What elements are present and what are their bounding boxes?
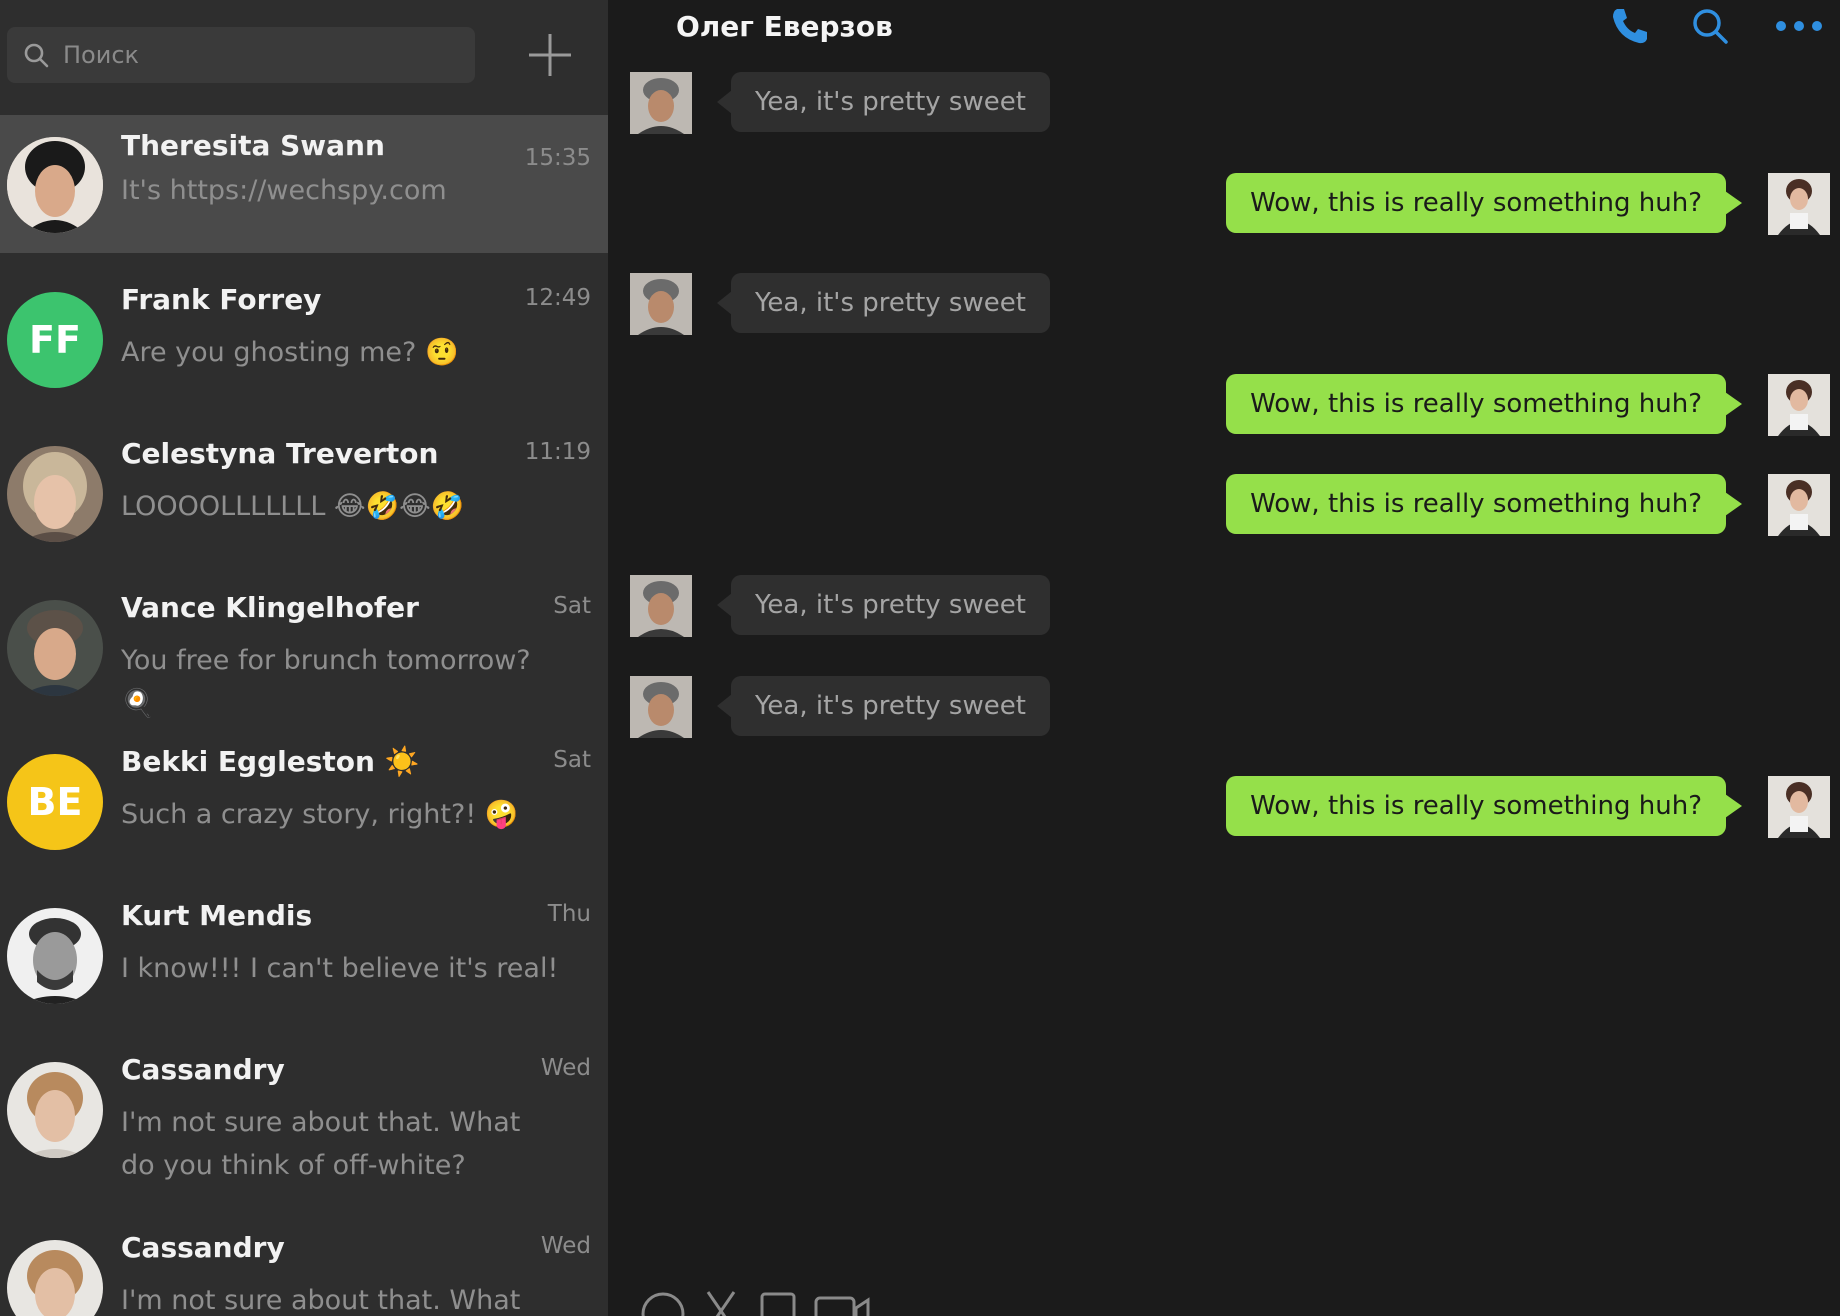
chat-preview: I know!!! I can't believe it's real! bbox=[121, 953, 559, 984]
sender-avatar bbox=[630, 72, 692, 134]
more-icon[interactable] bbox=[1773, 4, 1825, 48]
chat-preview: Such a crazy story, right?! 🤪 bbox=[121, 799, 519, 830]
chat-name: Cassandry bbox=[121, 1231, 285, 1264]
file-icon[interactable] bbox=[754, 1290, 804, 1316]
conversation-header: Олег Еверзов bbox=[608, 0, 1840, 54]
composer-toolbar bbox=[608, 1290, 1840, 1316]
avatar bbox=[7, 600, 103, 696]
new-chat-button[interactable] bbox=[525, 30, 575, 80]
chat-list-item[interactable]: Cassandry Wed I'm not sure about that. W… bbox=[0, 1201, 608, 1316]
chat-name: Cassandry bbox=[121, 1053, 285, 1086]
chat-sidebar: Theresita Swann 15:35 It's https://wechs… bbox=[0, 0, 608, 1316]
chat-time: 12:49 bbox=[524, 285, 591, 311]
avatar: BE bbox=[7, 754, 103, 850]
message-bubble[interactable]: Wow, this is really something huh? bbox=[1226, 374, 1742, 434]
chat-name: Celestyna Treverton bbox=[121, 437, 439, 470]
chat-preview: I'm not sure about that. What do bbox=[121, 1285, 521, 1316]
message-incoming: Yea, it's pretty sweet bbox=[630, 72, 1130, 134]
messenger-app: Theresita Swann 15:35 It's https://wechs… bbox=[0, 0, 1840, 1316]
chat-list-item[interactable]: Cassandry Wed I'm not sure about that. W… bbox=[0, 1023, 608, 1201]
chat-time: Sat bbox=[553, 593, 591, 619]
chat-name: Frank Forrey bbox=[121, 283, 322, 316]
chat-preview: You free for brunch tomorrow? 🍳 bbox=[121, 645, 531, 719]
chat-list-item[interactable]: FF Frank Forrey 12:49 Are you ghosting m… bbox=[0, 253, 608, 407]
chat-list-item[interactable]: Kurt Mendis Thu I know!!! I can't believ… bbox=[0, 869, 608, 1023]
chat-name: Bekki Eggleston ☀️ bbox=[121, 745, 420, 778]
avatar bbox=[7, 137, 103, 233]
message-outgoing: Wow, this is really something huh? bbox=[608, 173, 1840, 235]
own-avatar bbox=[1768, 776, 1830, 838]
search-icon bbox=[24, 43, 49, 68]
own-avatar bbox=[1768, 173, 1830, 235]
phone-icon[interactable] bbox=[1608, 4, 1652, 48]
message-bubble[interactable]: Wow, this is really something huh? bbox=[1226, 776, 1742, 836]
message-outgoing: Wow, this is really something huh? bbox=[608, 776, 1840, 838]
avatar bbox=[7, 1062, 103, 1158]
avatar bbox=[7, 1240, 103, 1316]
chat-time: Wed bbox=[540, 1233, 591, 1259]
search-row bbox=[0, 0, 608, 115]
message-incoming: Yea, it's pretty sweet bbox=[630, 273, 1130, 335]
chat-list-item[interactable]: BE Bekki Eggleston ☀️ Sat Such a crazy s… bbox=[0, 715, 608, 869]
conversation-pane: Олег Еверзов Yea, it's pretty sweet Wow,… bbox=[608, 0, 1840, 1316]
scissors-icon[interactable] bbox=[696, 1290, 746, 1316]
avatar bbox=[7, 908, 103, 1004]
message-outgoing: Wow, this is really something huh? bbox=[608, 474, 1840, 536]
chat-preview: Are you ghosting me? 🤨 bbox=[121, 337, 459, 368]
sender-avatar bbox=[630, 676, 692, 738]
message-bubble[interactable]: Yea, it's pretty sweet bbox=[717, 273, 1050, 333]
chat-time: 11:19 bbox=[524, 439, 591, 465]
message-bubble[interactable]: Yea, it's pretty sweet bbox=[717, 72, 1050, 132]
own-avatar bbox=[1768, 374, 1830, 436]
message-incoming: Yea, it's pretty sweet bbox=[630, 676, 1130, 738]
chat-list: Theresita Swann 15:35 It's https://wechs… bbox=[0, 115, 608, 1316]
avatar-initials: BE bbox=[27, 780, 83, 824]
sender-avatar bbox=[630, 273, 692, 335]
emoji-icon[interactable] bbox=[638, 1290, 688, 1316]
chat-name: Theresita Swann bbox=[121, 129, 385, 162]
chat-list-item[interactable]: Theresita Swann 15:35 It's https://wechs… bbox=[0, 115, 608, 253]
own-avatar bbox=[1768, 474, 1830, 536]
sender-avatar bbox=[630, 575, 692, 637]
chat-preview: LOOOOLLLLLLL 😂🤣😂🤣 bbox=[121, 491, 465, 522]
chat-preview: I'm not sure about that. What do you thi… bbox=[121, 1107, 521, 1181]
chat-time: Thu bbox=[547, 901, 591, 927]
message-bubble[interactable]: Yea, it's pretty sweet bbox=[717, 676, 1050, 736]
message-bubble[interactable]: Yea, it's pretty sweet bbox=[717, 575, 1050, 635]
avatar-initials: FF bbox=[29, 318, 81, 362]
chat-list-item[interactable]: Celestyna Treverton 11:19 LOOOOLLLLLLL 😂… bbox=[0, 407, 608, 561]
chat-list-item[interactable]: Vance Klingelhofer Sat You free for brun… bbox=[0, 561, 608, 719]
video-icon[interactable] bbox=[812, 1290, 872, 1316]
search-box[interactable] bbox=[7, 27, 475, 83]
message-bubble[interactable]: Wow, this is really something huh? bbox=[1226, 474, 1742, 534]
search-icon[interactable] bbox=[1688, 4, 1732, 48]
avatar: FF bbox=[7, 292, 103, 388]
avatar bbox=[7, 446, 103, 542]
search-input[interactable] bbox=[63, 41, 443, 69]
chat-name: Vance Klingelhofer bbox=[121, 591, 419, 624]
chat-time: Sat bbox=[553, 747, 591, 773]
chat-time: 15:35 bbox=[524, 145, 591, 171]
message-outgoing: Wow, this is really something huh? bbox=[608, 374, 1840, 436]
chat-name: Kurt Mendis bbox=[121, 899, 313, 932]
message-bubble[interactable]: Wow, this is really something huh? bbox=[1226, 173, 1742, 233]
conversation-title: Олег Еверзов bbox=[676, 10, 893, 43]
message-incoming: Yea, it's pretty sweet bbox=[630, 575, 1130, 637]
chat-time: Wed bbox=[540, 1055, 591, 1081]
chat-preview: It's https://wechspy.com bbox=[121, 175, 447, 206]
